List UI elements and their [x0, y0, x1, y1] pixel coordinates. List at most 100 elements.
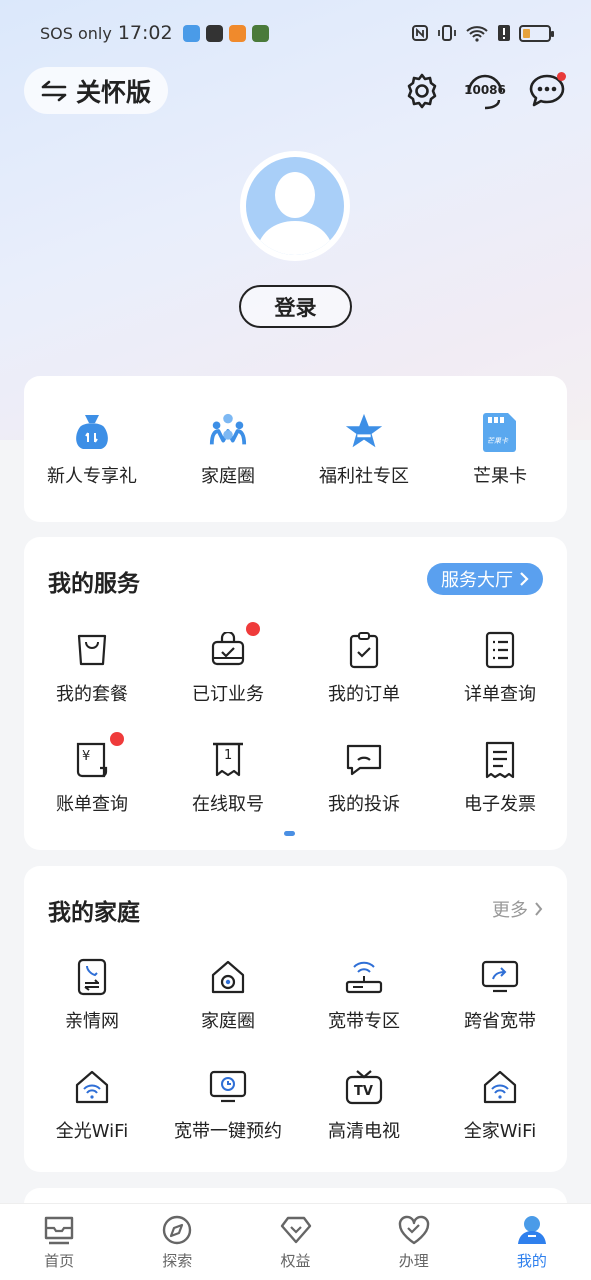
care-mode-label: 关怀版	[76, 77, 152, 107]
vibrate-icon	[438, 25, 456, 41]
phone-transfer-icon	[72, 957, 112, 997]
settings-button[interactable]	[401, 70, 443, 112]
service-my-orders[interactable]: 我的订单	[296, 630, 432, 706]
ticket-icon: 1	[208, 740, 248, 780]
family-hd-tv[interactable]: TV 高清电视	[296, 1067, 432, 1143]
family-label: 全光WiFi	[55, 1121, 129, 1142]
tab-explore[interactable]: 探索	[118, 1204, 236, 1280]
sim-alert-icon	[498, 25, 510, 41]
tv-icon: TV	[344, 1067, 384, 1107]
service-subscribed[interactable]: 已订业务	[160, 622, 296, 706]
home-icon	[44, 1216, 74, 1245]
service-my-package[interactable]: 我的套餐	[24, 630, 160, 706]
quick-entry-welfare-zone[interactable]: 福利社专区	[296, 412, 432, 488]
family-whole-home-wifi[interactable]: 全家WiFi	[432, 1067, 568, 1143]
tab-mine[interactable]: 我的	[473, 1204, 591, 1280]
tab-label: 办理	[398, 1252, 429, 1270]
game-notification-icon	[228, 24, 246, 42]
quick-entry-label: 新人专享礼	[47, 466, 137, 487]
status-bar: SOS only 17:02	[0, 0, 591, 66]
monitor-share-icon	[480, 957, 520, 997]
quick-entry-family-circle[interactable]: 家庭圈	[160, 412, 296, 488]
family-label: 亲情网	[65, 1011, 119, 1032]
tab-label: 探索	[162, 1252, 193, 1270]
tab-handle[interactable]: 办理	[355, 1204, 473, 1280]
family-label: 高清电视	[328, 1121, 400, 1142]
care-mode-button[interactable]: 关怀版	[24, 67, 168, 114]
family-circle[interactable]: 家庭圈	[160, 957, 296, 1033]
family-kinship-network[interactable]: 亲情网	[24, 957, 160, 1033]
family-broadband-zone[interactable]: 宽带专区	[296, 957, 432, 1033]
tab-benefits[interactable]: 权益	[236, 1204, 354, 1280]
message-unread-dot	[557, 72, 566, 81]
family-label: 全家WiFi	[463, 1121, 537, 1142]
login-button[interactable]: 登录	[239, 285, 352, 328]
chat-notification-icon	[251, 24, 269, 42]
tab-label: 权益	[280, 1252, 311, 1270]
invoice-icon	[480, 740, 520, 780]
service-label: 我的投诉	[328, 794, 400, 815]
my-services-card: 我的服务 服务大厅 我的套餐 已订业务 我的订单 详单查询 ¥ 账单查询 1 在…	[24, 537, 567, 850]
quick-entry-newcomer-gift[interactable]: 新人专享礼	[24, 412, 160, 488]
home-wifi-icon	[480, 1067, 520, 1107]
router-icon	[344, 957, 384, 997]
switch-arrows-icon	[41, 80, 67, 101]
quick-entry-label: 家庭圈	[201, 466, 255, 487]
complaint-icon	[344, 740, 384, 780]
family-label: 跨省宽带	[464, 1011, 536, 1032]
service-label: 我的订单	[328, 684, 400, 705]
diamond-icon	[280, 1216, 311, 1244]
user-icon	[517, 1216, 546, 1244]
service-hall-button[interactable]: 服务大厅	[427, 563, 543, 595]
gift-bag-icon	[72, 412, 112, 452]
my-family-title: 我的家庭	[48, 900, 140, 926]
service-bill-query[interactable]: ¥ 账单查询	[24, 732, 160, 816]
family-broadband-booking[interactable]: 宽带一键预约	[160, 1067, 296, 1143]
family-full-fiber-wifi[interactable]: 全光WiFi	[24, 1067, 160, 1143]
service-label: 已订业务	[192, 684, 264, 705]
battery-icon	[519, 24, 554, 42]
quick-entry-card: 新人专享礼 家庭圈 福利社专区 芒果卡 芒果卡	[24, 376, 567, 522]
bottom-tab-bar: 首页 探索 权益 办理 我的	[0, 1203, 591, 1280]
my-family-card: 我的家庭 更多 亲情网 家庭圈 宽带专区 跨省宽带 全光WiFi 宽带一键预约 …	[24, 866, 567, 1172]
chevron-right-icon	[535, 902, 543, 916]
upload-notification-icon	[205, 24, 223, 42]
quick-entry-mango-card[interactable]: 芒果卡 芒果卡	[432, 412, 568, 488]
wifi-icon	[466, 26, 488, 42]
family-label: 家庭圈	[201, 1011, 255, 1032]
tv-text: TV	[354, 1084, 373, 1099]
bill-yen-icon: ¥	[72, 732, 124, 780]
compass-icon	[163, 1215, 192, 1245]
service-label: 详单查询	[464, 684, 536, 705]
unread-dot	[110, 732, 124, 746]
service-e-invoice[interactable]: 电子发票	[432, 740, 568, 816]
mango-card-badge: 芒果卡	[487, 437, 508, 445]
service-label: 我的套餐	[56, 684, 128, 705]
unread-dot	[246, 622, 260, 636]
service-online-ticket[interactable]: 1 在线取号	[160, 740, 296, 816]
tab-home[interactable]: 首页	[0, 1204, 118, 1280]
family-label: 宽带专区	[328, 1011, 400, 1032]
clipboard-check-icon	[344, 630, 384, 670]
family-cross-province-broadband[interactable]: 跨省宽带	[432, 957, 568, 1033]
hotline-number: 10086	[464, 83, 506, 97]
service-detail-query[interactable]: 详单查询	[432, 630, 568, 706]
carrier-text: SOS only	[40, 23, 112, 43]
chevron-right-icon	[520, 572, 529, 586]
gear-icon	[407, 73, 437, 109]
bag-icon	[72, 630, 112, 670]
my-services-title: 我的服务	[48, 571, 140, 597]
messages-button[interactable]	[526, 70, 568, 112]
yen-sign: ¥	[82, 749, 91, 764]
home-camera-icon	[208, 957, 248, 997]
star-icon	[344, 412, 384, 452]
family-label: 宽带一键预约	[174, 1121, 282, 1142]
hotline-button[interactable]: 10086	[463, 70, 507, 112]
avatar[interactable]	[240, 151, 350, 261]
family-more-link[interactable]: 更多	[492, 896, 543, 922]
family-icon	[208, 412, 248, 452]
nfc-icon	[412, 25, 428, 41]
quick-entry-label: 福利社专区	[319, 466, 409, 487]
quick-entry-label: 芒果卡	[473, 466, 527, 487]
service-my-complaints[interactable]: 我的投诉	[296, 740, 432, 816]
